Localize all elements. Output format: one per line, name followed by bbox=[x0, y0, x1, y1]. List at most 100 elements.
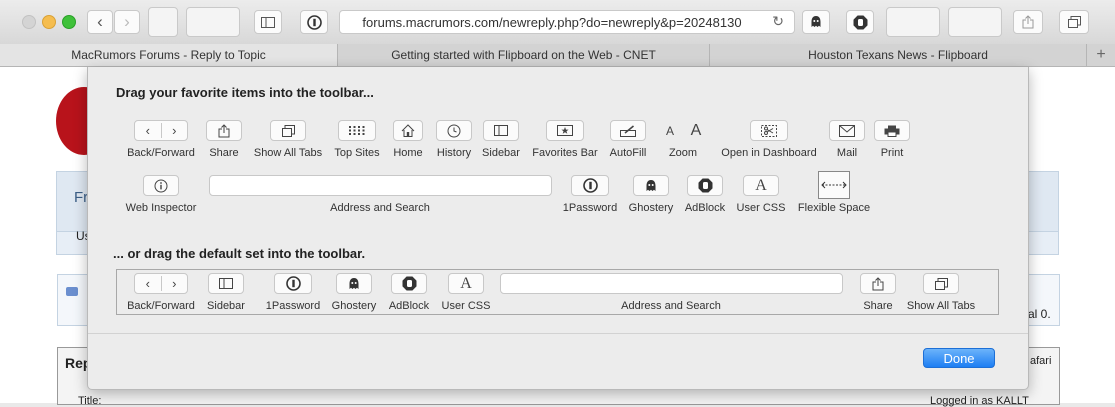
adblock-icon bbox=[853, 15, 867, 29]
tabs-icon bbox=[281, 124, 295, 137]
palette-item-label: Web Inspector bbox=[125, 202, 197, 214]
adblock-toolbar-button[interactable] bbox=[846, 10, 874, 34]
tab-macrumors[interactable]: MacRumors Forums - Reply to Topic bbox=[0, 44, 338, 66]
show-all-tabs-toolbar-button[interactable] bbox=[1059, 10, 1089, 34]
url-text: forums.macrumors.com/newreply.php?do=new… bbox=[362, 15, 742, 30]
onepassword-icon bbox=[582, 178, 598, 193]
top-sites-icon bbox=[349, 126, 365, 135]
favorites-heading: Drag your favorite items into the toolba… bbox=[116, 85, 374, 100]
palette-item-label: Open in Dashboard bbox=[721, 147, 817, 159]
new-tab-button[interactable]: + bbox=[1087, 44, 1115, 66]
title-bar: ‹ › forums.macrumors.com/newreply.php?do… bbox=[0, 0, 1115, 45]
home-icon bbox=[401, 124, 415, 137]
palette-item-label: User CSS bbox=[736, 202, 786, 214]
onepassword-icon bbox=[285, 276, 301, 291]
palette-item-label: Print bbox=[880, 147, 904, 159]
reply-panel-meta: afari bbox=[1030, 355, 1052, 367]
back-icon: ‹ bbox=[145, 276, 150, 291]
forward-icon: › bbox=[124, 12, 130, 31]
default-item-label: 1Password bbox=[265, 300, 321, 312]
palette-item-label: Favorites Bar bbox=[532, 147, 598, 159]
palette-item-label: Home bbox=[393, 147, 423, 159]
onepassword-toolbar-button[interactable] bbox=[300, 10, 328, 34]
palette-item-label: Share bbox=[209, 147, 239, 159]
zoom-out-icon: A bbox=[665, 123, 674, 138]
palette-item-label: Zoom bbox=[668, 147, 698, 159]
adblock-icon bbox=[402, 276, 416, 291]
sidebar-icon bbox=[261, 16, 275, 28]
tab-cnet[interactable]: Getting started with Flipboard on the We… bbox=[338, 44, 710, 66]
ghostery-icon bbox=[349, 277, 359, 289]
ghostery-icon bbox=[811, 16, 821, 27]
logged-in-text: Logged in as KALLT bbox=[930, 395, 1029, 407]
favorites-bar-icon bbox=[557, 125, 573, 136]
tab-flipboard[interactable]: Houston Texans News - Flipboard bbox=[710, 44, 1087, 66]
palette-item-label: Address and Search bbox=[330, 202, 430, 214]
flexible-space-arrows-icon bbox=[821, 181, 847, 189]
address-field-sample bbox=[209, 175, 552, 196]
back-icon: ‹ bbox=[145, 123, 150, 138]
mail-envelope-icon bbox=[839, 124, 855, 137]
palette-item-label: Show All Tabs bbox=[253, 147, 323, 159]
back-button[interactable]: ‹ bbox=[87, 10, 113, 34]
palette-item-label: History bbox=[436, 147, 472, 159]
web-inspector-icon bbox=[154, 179, 168, 192]
reload-icon[interactable]: ↻ bbox=[772, 13, 784, 30]
default-item-label: Sidebar bbox=[207, 300, 245, 312]
printer-icon bbox=[884, 125, 900, 137]
toolbar-empty-slot bbox=[886, 7, 940, 37]
default-item-label: AdBlock bbox=[388, 300, 430, 312]
default-item-label: Back/Forward bbox=[127, 300, 195, 312]
sheet-divider bbox=[88, 333, 1028, 334]
forward-icon: › bbox=[160, 276, 188, 291]
default-item-label: Address and Search bbox=[621, 300, 721, 312]
onepassword-icon bbox=[306, 14, 322, 30]
palette-item-label: Back/Forward bbox=[127, 147, 195, 159]
share-toolbar-button[interactable] bbox=[1013, 10, 1043, 34]
tabs-icon bbox=[1067, 16, 1081, 28]
palette-item-label: Sidebar bbox=[482, 147, 520, 159]
palette-item-label: Ghostery bbox=[628, 202, 674, 214]
dashboard-scissors-icon bbox=[761, 124, 777, 137]
default-item-label: Share bbox=[863, 300, 893, 312]
title-label: Title: bbox=[78, 395, 102, 407]
close-window-button[interactable] bbox=[22, 15, 36, 29]
sidebar-icon bbox=[219, 278, 233, 289]
palette-item-label: AutoFill bbox=[609, 147, 647, 159]
minimize-window-button[interactable] bbox=[42, 15, 56, 29]
ghostery-icon bbox=[646, 179, 656, 191]
folder-icon bbox=[66, 287, 78, 296]
adblock-icon bbox=[698, 178, 712, 193]
share-icon bbox=[218, 123, 230, 137]
sidebar-toolbar-button[interactable] bbox=[254, 10, 282, 34]
post-panel-text: al 0. bbox=[1028, 307, 1051, 321]
default-set-heading: ... or drag the default set into the too… bbox=[113, 246, 366, 261]
toolbar-empty-slot bbox=[948, 7, 1002, 37]
tabs-icon bbox=[934, 277, 948, 290]
user-css-icon: A bbox=[755, 176, 767, 194]
palette-item-label: Flexible Space bbox=[797, 202, 871, 214]
default-item-label: Show All Tabs bbox=[906, 300, 976, 312]
share-icon bbox=[1022, 15, 1034, 29]
default-item-label: Ghostery bbox=[331, 300, 377, 312]
forward-icon: › bbox=[160, 123, 188, 138]
done-button[interactable]: Done bbox=[923, 348, 995, 368]
forward-button[interactable]: › bbox=[114, 10, 140, 34]
user-css-icon: A bbox=[460, 274, 472, 292]
palette-item-label: AdBlock bbox=[684, 202, 726, 214]
share-icon bbox=[872, 276, 884, 290]
palette-item-label: Mail bbox=[836, 147, 858, 159]
palette-item-label: 1Password bbox=[562, 202, 618, 214]
history-clock-icon bbox=[447, 124, 461, 137]
tab-bar: MacRumors Forums - Reply to Topic Gettin… bbox=[0, 44, 1115, 67]
customize-toolbar-sheet: Drag your favorite items into the toolba… bbox=[87, 67, 1029, 390]
default-item-label: User CSS bbox=[441, 300, 491, 312]
zoom-window-button[interactable] bbox=[62, 15, 76, 29]
toolbar-empty-slot bbox=[148, 7, 178, 37]
autofill-pencil-icon bbox=[620, 124, 636, 137]
back-icon: ‹ bbox=[97, 12, 103, 31]
address-bar[interactable]: forums.macrumors.com/newreply.php?do=new… bbox=[339, 10, 795, 34]
ghostery-toolbar-button[interactable] bbox=[802, 10, 830, 34]
address-field-sample bbox=[500, 273, 843, 294]
zoom-in-icon: A bbox=[690, 121, 702, 139]
